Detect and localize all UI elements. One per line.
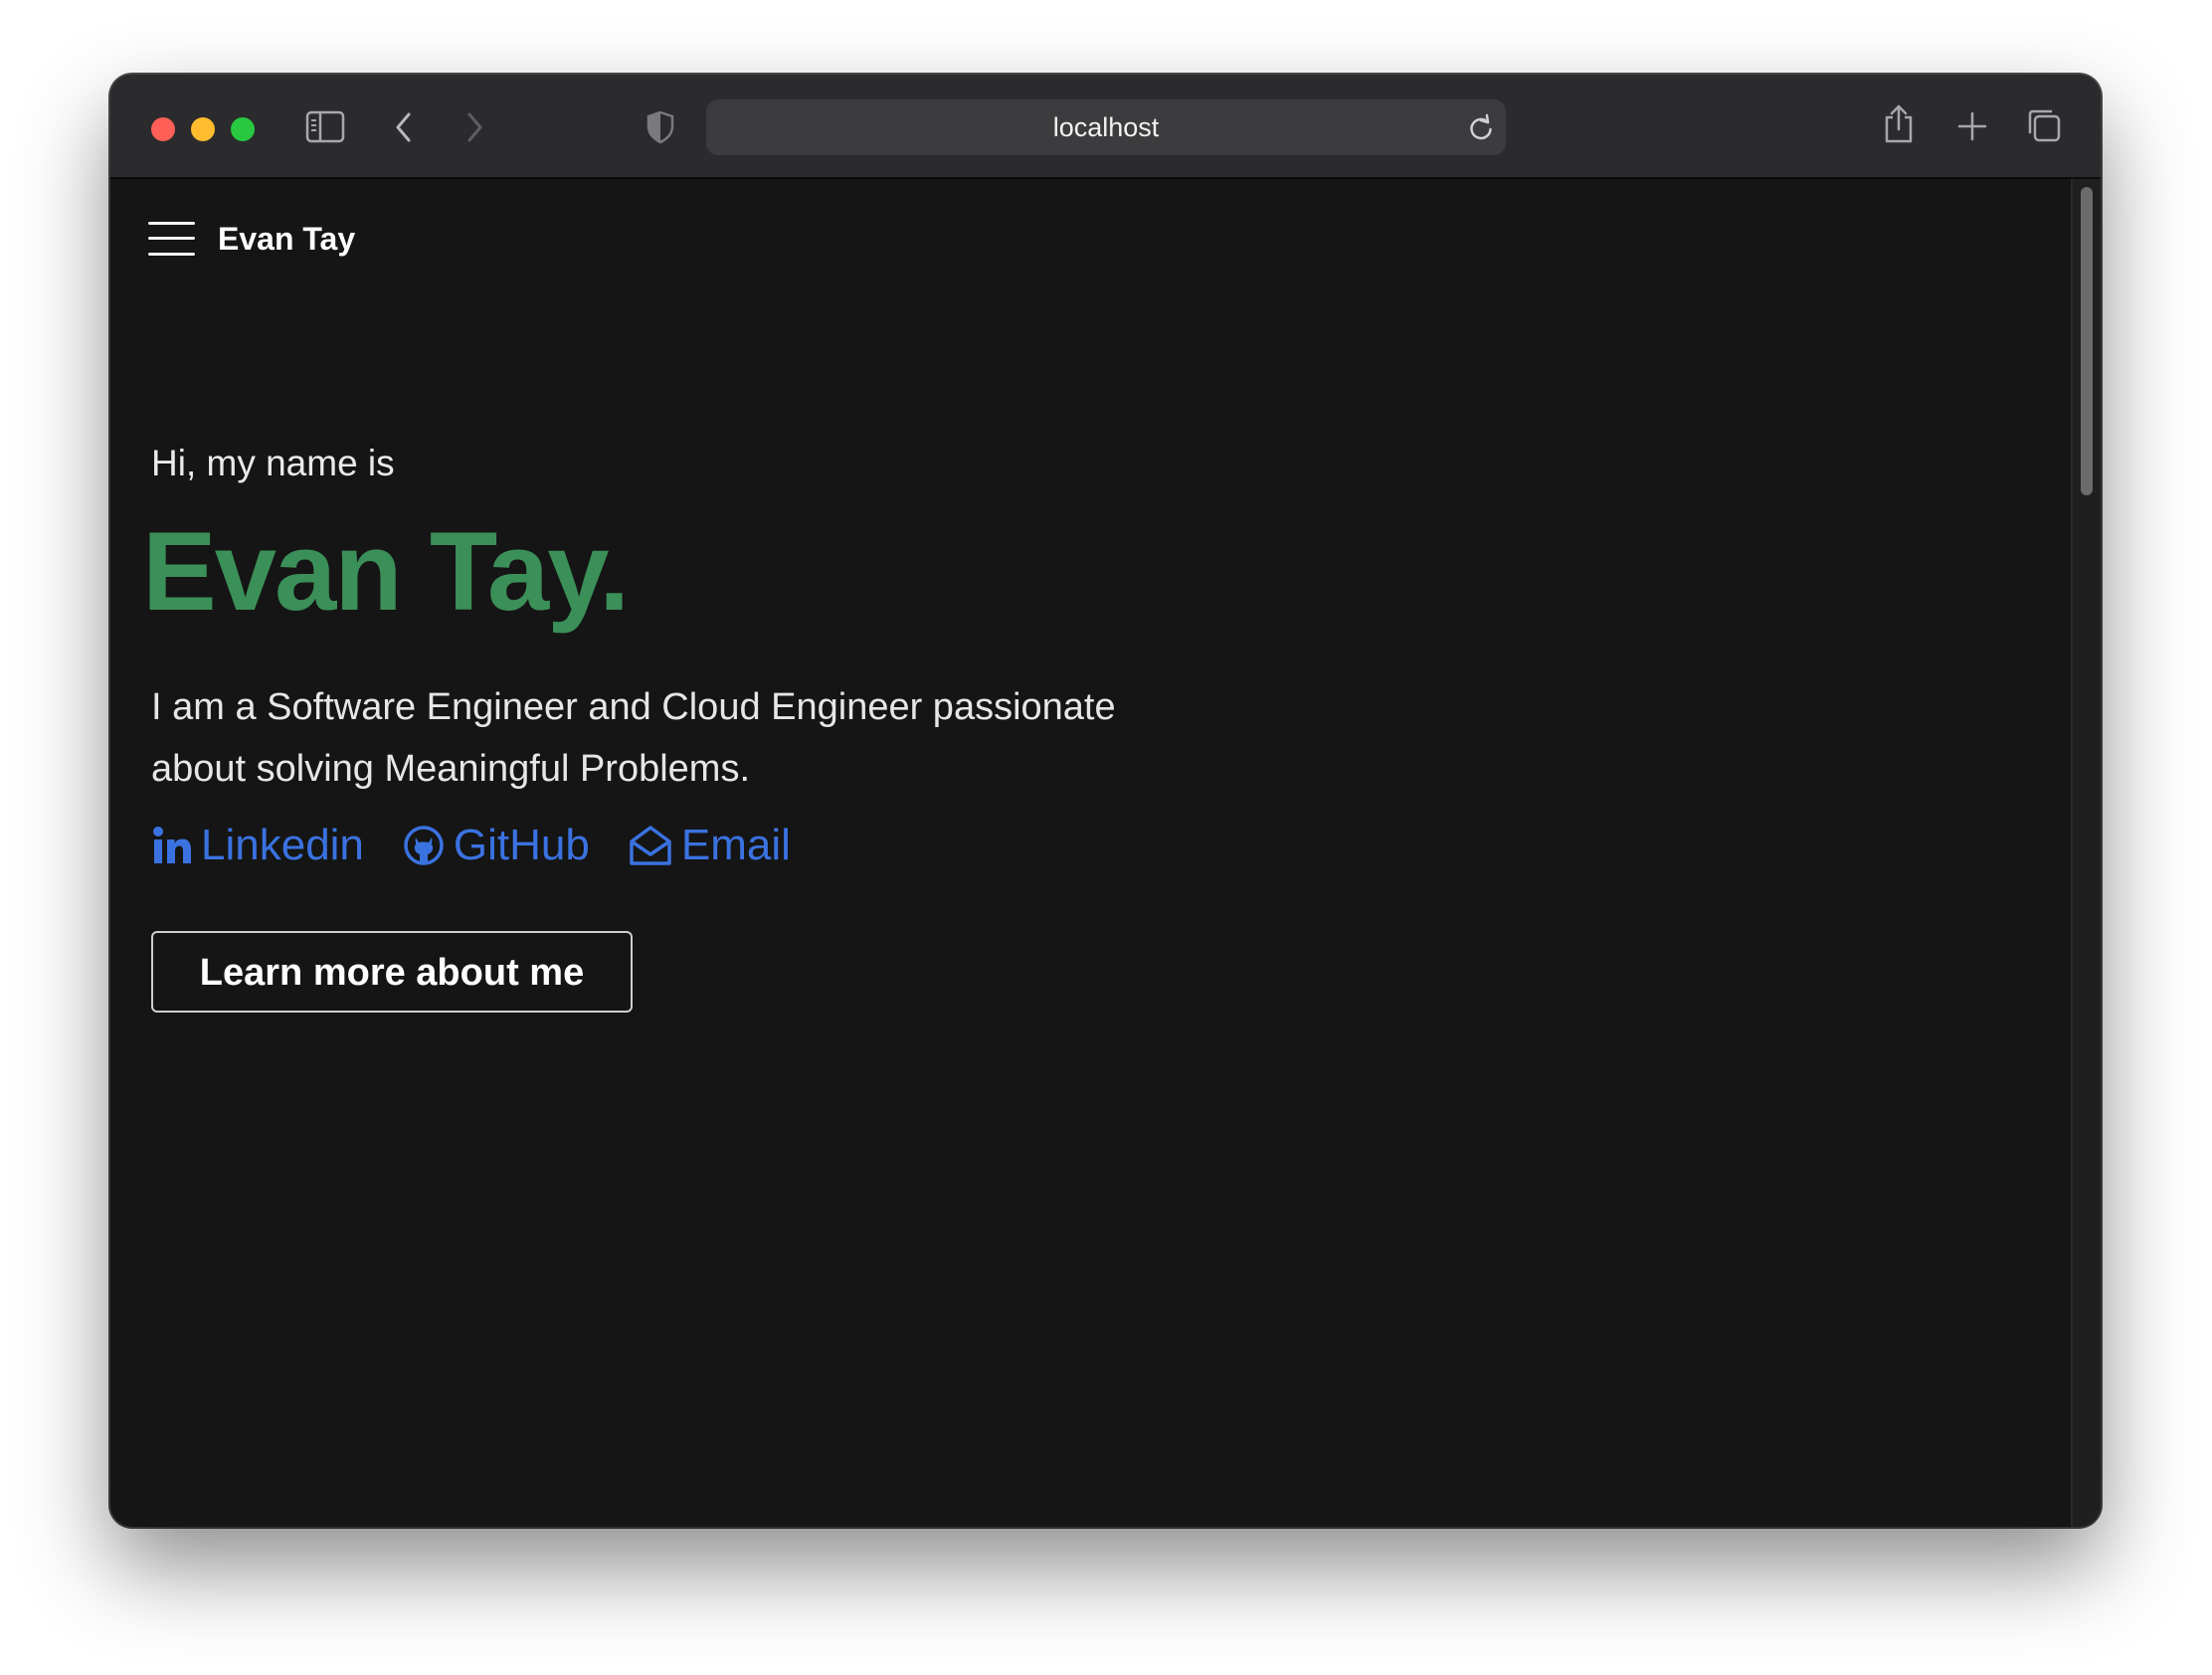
- hero-name: Evan Tay.: [142, 509, 630, 634]
- plus-icon[interactable]: [1956, 110, 1988, 142]
- hero-greeting: Hi, my name is: [151, 443, 395, 483]
- chevron-right-icon[interactable]: [463, 110, 485, 144]
- chevron-left-icon[interactable]: [393, 110, 415, 144]
- email-link[interactable]: Email: [628, 816, 791, 875]
- linkedin-icon: [151, 825, 193, 866]
- page-content: Evan Tay Hi, my name is Evan Tay. I am a…: [110, 179, 2101, 1527]
- email-label: Email: [680, 821, 791, 869]
- scrollbar-thumb[interactable]: [2081, 187, 2093, 495]
- tab-overview-icon[interactable]: [2026, 107, 2062, 143]
- browser-toolbar: localhost: [110, 75, 2101, 179]
- share-icon[interactable]: [1883, 103, 1915, 145]
- browser-window: localhost Evan Tay Hi, my name is Evan T…: [110, 75, 2101, 1527]
- scrollbar[interactable]: [2071, 179, 2101, 1527]
- hero-tagline: I am a Software Engineer and Cloud Engin…: [151, 686, 1116, 790]
- github-label: GitHub: [453, 821, 590, 869]
- social-links: Linkedin GitHub Email: [151, 816, 829, 875]
- envelope-open-icon: [628, 823, 673, 868]
- address-bar[interactable]: localhost: [706, 99, 1506, 155]
- github-icon: [402, 824, 446, 867]
- sidebar-icon[interactable]: [305, 110, 345, 144]
- shield-icon[interactable]: [645, 110, 675, 144]
- linkedin-label: Linkedin: [201, 821, 364, 869]
- linkedin-link[interactable]: Linkedin: [151, 816, 364, 875]
- site-brand[interactable]: Evan Tay: [218, 219, 355, 259]
- learn-more-button[interactable]: Learn more about me: [151, 931, 633, 1013]
- close-window-button[interactable]: [151, 117, 175, 141]
- address-text: localhost: [1052, 112, 1160, 142]
- github-link[interactable]: GitHub: [402, 816, 590, 875]
- minimize-window-button[interactable]: [191, 117, 215, 141]
- menu-icon[interactable]: [148, 220, 195, 258]
- zoom-window-button[interactable]: [231, 117, 255, 141]
- reload-icon[interactable]: [1467, 113, 1495, 143]
